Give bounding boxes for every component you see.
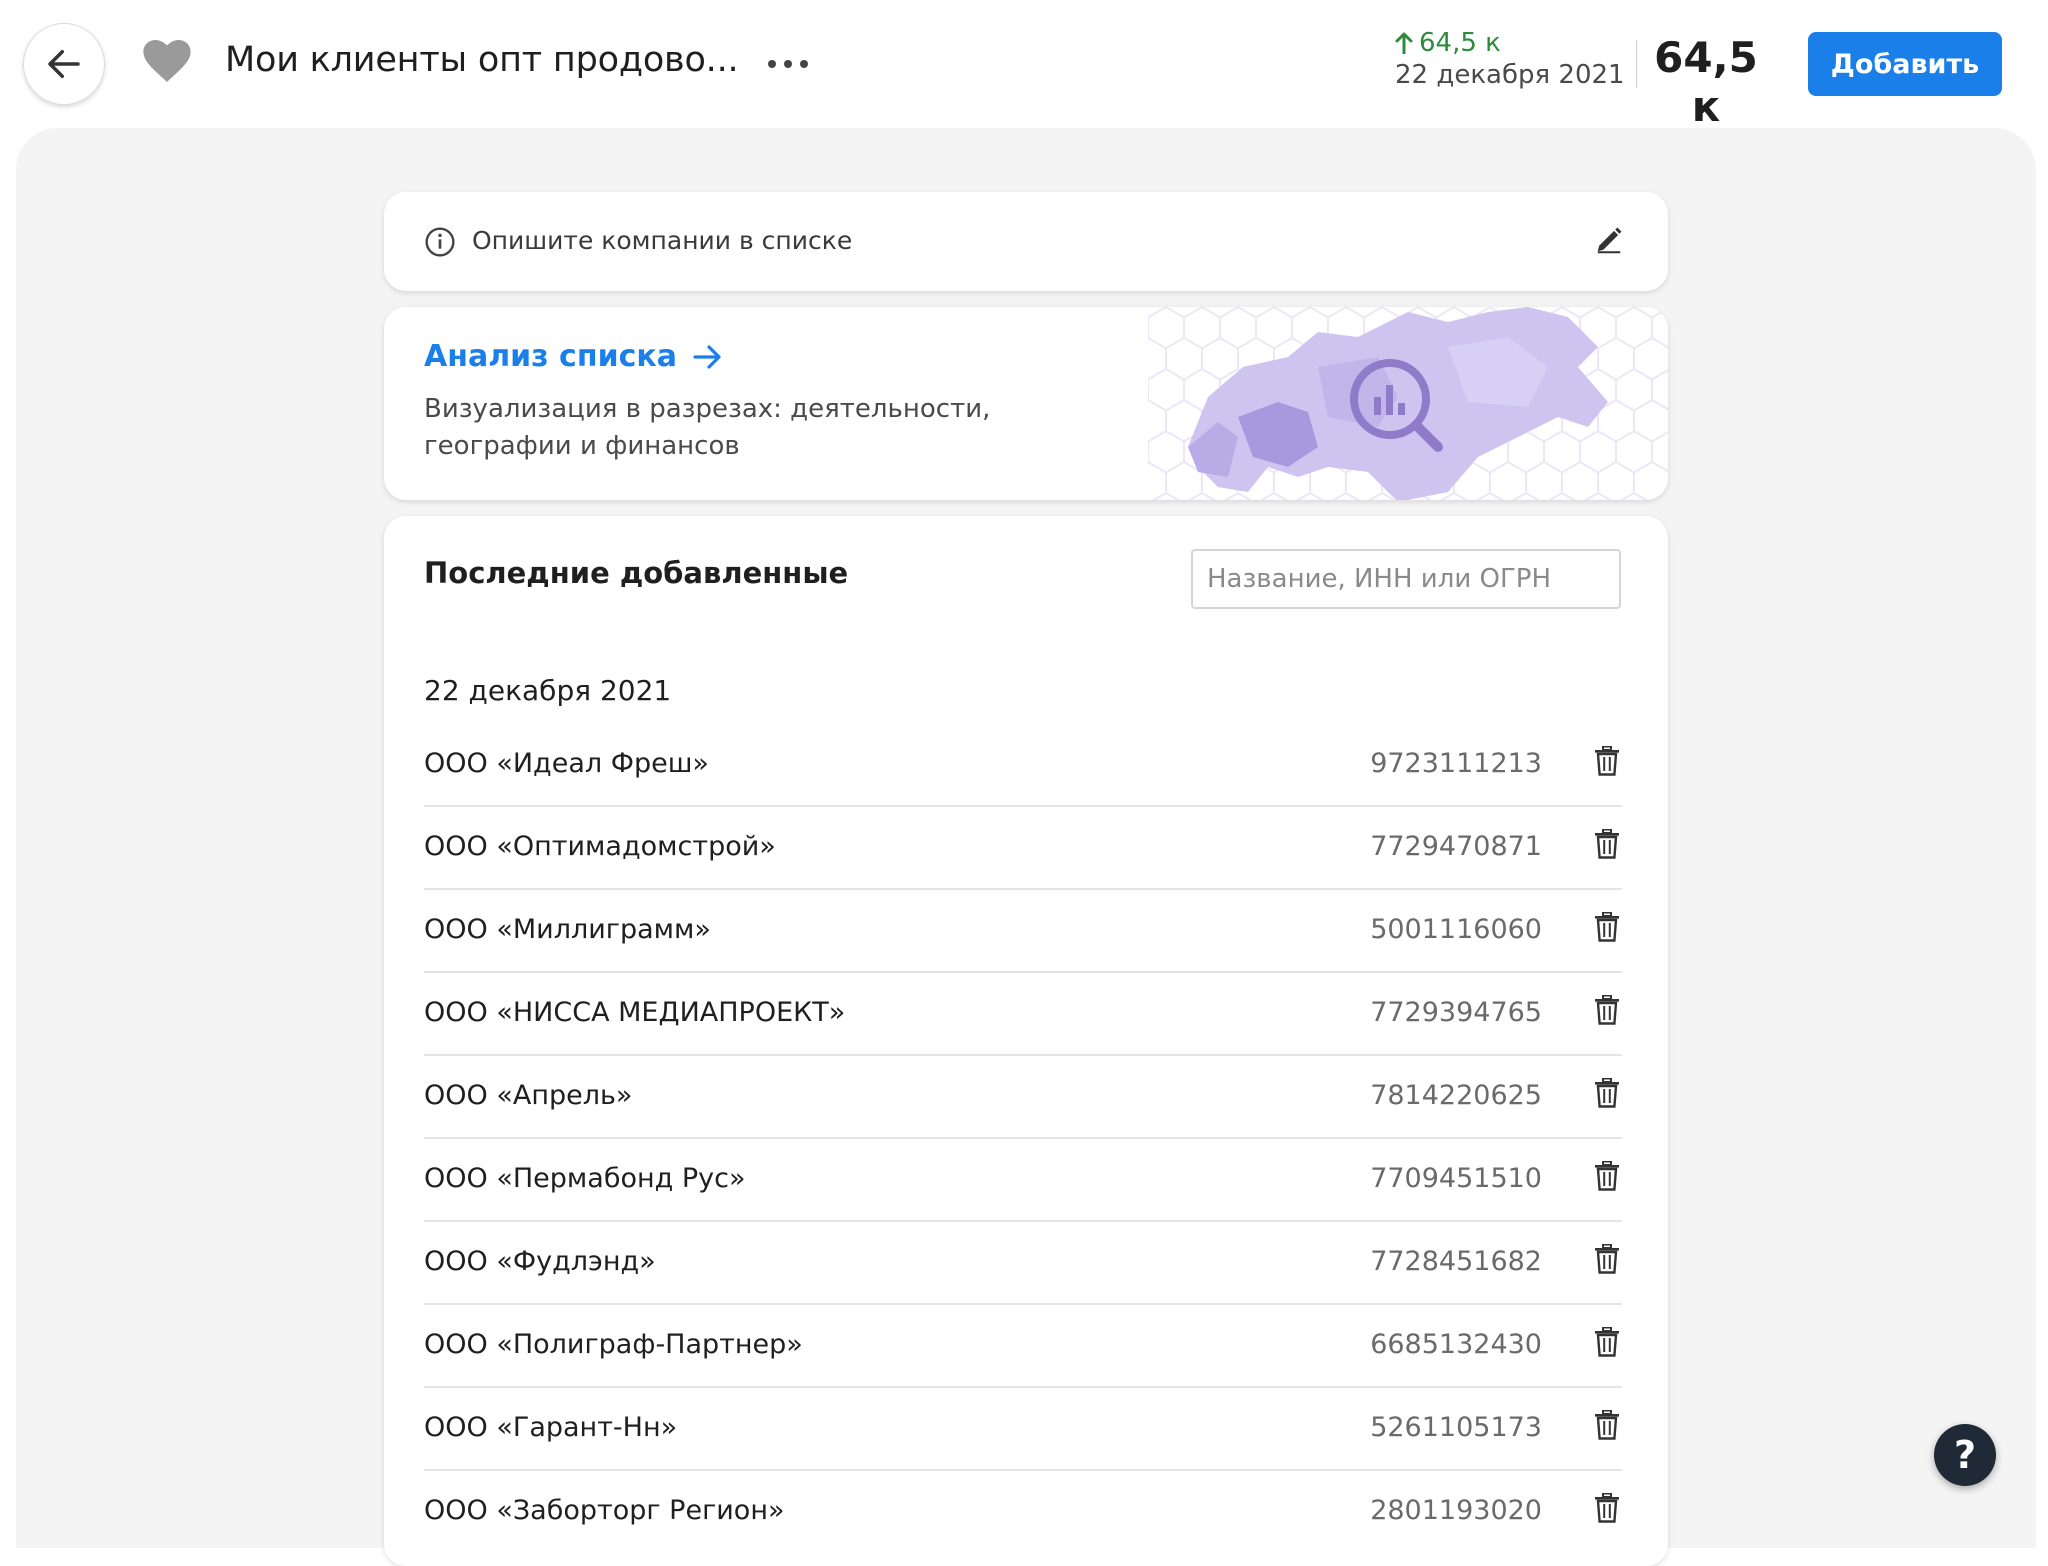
company-inn: 2801193020	[1370, 1495, 1542, 1526]
trash-icon[interactable]	[1594, 829, 1620, 859]
table-row[interactable]: ООО «Фудлэнд» 7728451682	[424, 1222, 1622, 1305]
map-analytics-icon	[1148, 307, 1668, 500]
arrow-right-icon	[693, 344, 721, 369]
recent-heading: Последние добавленные	[424, 556, 849, 590]
trash-icon[interactable]	[1594, 1493, 1620, 1523]
table-row[interactable]: ООО «Пермабонд Рус» 7709451510	[424, 1139, 1622, 1222]
recent-companies-card: Последние добавленные 22 декабря 2021 ОО…	[384, 516, 1668, 1566]
analysis-card[interactable]: Анализ списка Визуализация в разрезах: д…	[384, 307, 1668, 500]
company-list: ООО «Идеал Фреш» 9723111213 ООО «Оптимадом…	[424, 724, 1622, 1552]
table-row[interactable]: ООО «Идеал Фреш» 9723111213	[424, 724, 1622, 807]
trash-icon[interactable]	[1594, 746, 1620, 776]
company-name[interactable]: ООО «Апрель»	[424, 1080, 632, 1111]
company-inn: 7814220625	[1370, 1080, 1542, 1111]
table-row[interactable]: ООО «Гарант-Нн» 5261105173	[424, 1388, 1622, 1471]
analysis-link-label: Анализ списка	[424, 339, 677, 374]
trash-icon[interactable]	[1594, 1327, 1620, 1357]
delta-text: 64,5 к	[1419, 28, 1501, 58]
company-inn: 5261105173	[1370, 1412, 1542, 1443]
company-name[interactable]: ООО «Фудлэнд»	[424, 1246, 656, 1277]
pencil-icon[interactable]	[1594, 225, 1624, 255]
trash-icon[interactable]	[1594, 1078, 1620, 1108]
company-inn: 7729470871	[1370, 831, 1542, 862]
table-row[interactable]: ООО «Полиграф-Партнер» 6685132430	[424, 1305, 1622, 1388]
change-summary: 64,5 к 22 декабря 2021	[1395, 28, 1625, 90]
arrow-up-icon	[1395, 32, 1413, 54]
company-name[interactable]: ООО «НИССА МЕДИАПРОЕКТ»	[424, 997, 845, 1028]
company-name[interactable]: ООО «Заборторг Регион»	[424, 1495, 785, 1526]
company-name[interactable]: ООО «Полиграф-Партнер»	[424, 1329, 803, 1360]
trash-icon[interactable]	[1594, 1244, 1620, 1274]
company-inn: 9723111213	[1370, 748, 1542, 779]
company-inn: 6685132430	[1370, 1329, 1542, 1360]
trash-icon[interactable]	[1594, 1410, 1620, 1440]
back-arrow-icon	[48, 50, 80, 78]
search-input[interactable]	[1191, 549, 1621, 609]
company-name[interactable]: ООО «Миллиграмм»	[424, 914, 711, 945]
more-dots-icon	[768, 60, 808, 68]
top-bar: Мои клиенты опт продово... 64,5 к 22 дек…	[0, 0, 2048, 131]
more-menu-button[interactable]	[760, 46, 816, 82]
company-inn: 7709451510	[1370, 1163, 1542, 1194]
company-inn: 5001116060	[1370, 914, 1542, 945]
delta-value: 64,5 к	[1395, 28, 1592, 58]
total-count: 64,5 к	[1654, 33, 1758, 131]
analysis-subtitle: Визуализация в разрезах: деятельности, г…	[424, 394, 991, 461]
company-inn: 7729394765	[1370, 997, 1542, 1028]
table-row[interactable]: ООО «Миллиграмм» 5001116060	[424, 890, 1622, 973]
description-placeholder: Опишите компании в списке	[472, 226, 853, 255]
trash-icon[interactable]	[1594, 995, 1620, 1025]
table-row[interactable]: ООО «Апрель» 7814220625	[424, 1056, 1622, 1139]
table-row[interactable]: ООО «Оптимадомстрой» 7729470871	[424, 807, 1622, 890]
list-description-card[interactable]: Опишите компании в списке	[384, 192, 1668, 291]
company-inn: 7728451682	[1370, 1246, 1542, 1277]
help-button[interactable]: ?	[1934, 1424, 1996, 1486]
company-name[interactable]: ООО «Гарант-Нн»	[424, 1412, 677, 1443]
heart-icon	[143, 40, 191, 82]
company-name[interactable]: ООО «Пермабонд Рус»	[424, 1163, 746, 1194]
table-row[interactable]: ООО «Заборторг Регион» 2801193020	[424, 1471, 1622, 1552]
company-name[interactable]: ООО «Идеал Фреш»	[424, 748, 709, 779]
table-row[interactable]: ООО «НИССА МЕДИАПРОЕКТ» 7729394765	[424, 973, 1622, 1056]
back-button[interactable]	[23, 23, 105, 105]
stats-date: 22 декабря 2021	[1395, 60, 1625, 90]
add-button[interactable]: Добавить	[1808, 32, 2002, 96]
trash-icon[interactable]	[1594, 912, 1620, 942]
group-date: 22 декабря 2021	[424, 674, 672, 707]
favorite-button[interactable]	[143, 40, 193, 84]
company-name[interactable]: ООО «Оптимадомстрой»	[424, 831, 776, 862]
list-title: Мои клиенты опт продово...	[225, 40, 739, 80]
analysis-link[interactable]: Анализ списка	[424, 339, 723, 374]
trash-icon[interactable]	[1594, 1161, 1620, 1191]
info-icon	[425, 227, 455, 257]
